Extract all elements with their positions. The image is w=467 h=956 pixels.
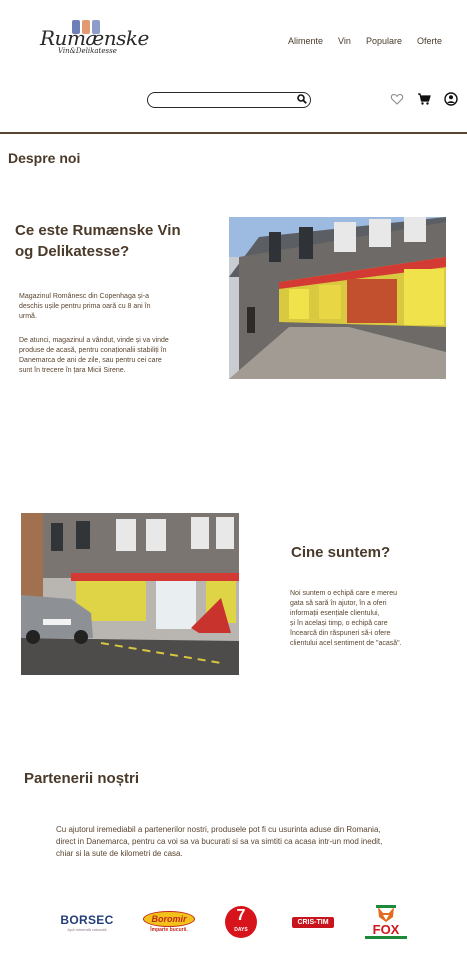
- storefront-car-photo: [21, 513, 239, 675]
- partner-logo-borsec[interactable]: BORSEC Apă minerală naturală: [58, 902, 116, 942]
- partner-logo-boromir[interactable]: Boromir Împarte bucurii.: [143, 902, 195, 942]
- cart-icon[interactable]: [417, 92, 431, 106]
- search-input[interactable]: [147, 92, 311, 108]
- partner-logo-cristim[interactable]: CRIS-TIM: [286, 902, 340, 942]
- user-icon[interactable]: [444, 92, 458, 106]
- header-divider: [0, 132, 467, 134]
- section-who-title: Cine suntem?: [291, 544, 391, 561]
- partner-logo-fox[interactable]: FOX: [364, 902, 408, 942]
- nav-oferte[interactable]: Oferte: [417, 36, 442, 46]
- section-partners-paragraph: Cu ajutorul iremediabil a partenerilor n…: [56, 825, 383, 858]
- partner-logo-7days[interactable]: 7 DAYS: [224, 902, 258, 942]
- page-title: Despre noi: [8, 150, 81, 166]
- section-who-paragraph: Noi suntem o echipă care e mereu gata să…: [290, 590, 402, 647]
- nav-alimente[interactable]: Alimente: [288, 36, 323, 46]
- section-what-title: Ce este Rumænske Vin og Delikatesse?: [15, 222, 181, 260]
- heart-icon[interactable]: [390, 92, 404, 106]
- section-what-paragraph-1: Magazinul Românesc din Copenhaga și-a de…: [19, 293, 151, 320]
- storefront-street-photo: [229, 217, 446, 379]
- section-what-paragraph-2: De atunci, magazinul a vândut, vinde și …: [19, 337, 169, 374]
- section-partners-title: Partenerii noștri: [24, 770, 140, 787]
- search-icon[interactable]: [297, 94, 307, 104]
- fox-mascot-icon: [376, 905, 396, 922]
- nav-vin[interactable]: Vin: [338, 36, 351, 46]
- logo-subtitle: Vin&Delikatesse: [58, 47, 117, 55]
- nav-populare[interactable]: Populare: [366, 36, 402, 46]
